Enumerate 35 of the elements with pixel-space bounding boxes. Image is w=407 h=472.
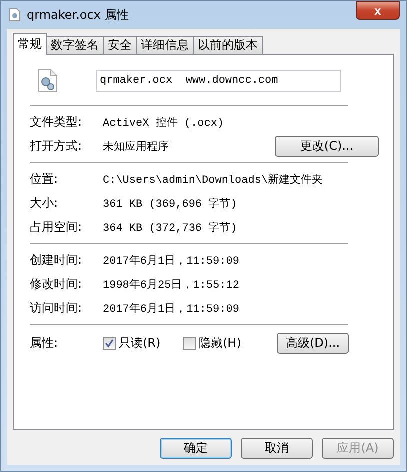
property-value: 未知应用程序 <box>103 140 170 154</box>
property-value: 364 KB (372,736 字节) <box>103 220 238 234</box>
property-label: 占用空间: <box>30 218 84 236</box>
dialog-button[interactable]: 取消 <box>241 438 313 459</box>
property-label: 修改时间: <box>30 276 84 292</box>
gear-file-icon <box>38 69 58 93</box>
property-value: 2017年6月1日，11:59:09 <box>103 254 240 268</box>
checkbox-label: 隐藏(H) <box>199 334 242 352</box>
window-title: qrmaker.ocx 属性 <box>27 6 130 24</box>
tab[interactable]: 以前的版本 <box>193 36 263 55</box>
property-label: 文件类型: <box>30 114 84 130</box>
attributes-label: 属性: <box>30 334 60 352</box>
property-label: 位置: <box>30 170 60 188</box>
property-label: 大小: <box>30 194 60 212</box>
checkbox[interactable] <box>103 336 116 350</box>
close-button[interactable]: x <box>356 1 400 20</box>
property-value: 361 KB (369,696 字节) <box>103 196 238 210</box>
property-value: 2017年6月1日，11:59:09 <box>103 302 240 316</box>
property-value: C:\Users\admin\Downloads\新建文件夹 <box>103 172 324 186</box>
tab[interactable]: 安全 <box>103 36 137 55</box>
tab[interactable]: 常规 <box>13 33 47 55</box>
property-label: 打开方式: <box>30 138 84 154</box>
file-name-field[interactable]: qrmaker.ocx www.downcc.com <box>96 70 341 92</box>
checkbox-label: 只读(R) <box>119 334 161 352</box>
tab[interactable]: 详细信息 <box>136 36 194 55</box>
advanced-button[interactable]: 高级(D)... <box>277 332 349 354</box>
property-value: 1998年6月25日，1:55:12 <box>103 278 240 292</box>
tab[interactable]: 数字签名 <box>46 36 104 55</box>
file-icon <box>9 8 21 22</box>
dialog-button[interactable]: 确定 <box>160 438 232 459</box>
checkbox[interactable] <box>183 336 196 350</box>
property-label: 创建时间: <box>30 252 84 268</box>
property-value: ActiveX 控件 (.ocx) <box>103 116 224 130</box>
change-button[interactable]: 更改(C)... <box>275 136 379 156</box>
property-label: 访问时间: <box>30 300 84 316</box>
